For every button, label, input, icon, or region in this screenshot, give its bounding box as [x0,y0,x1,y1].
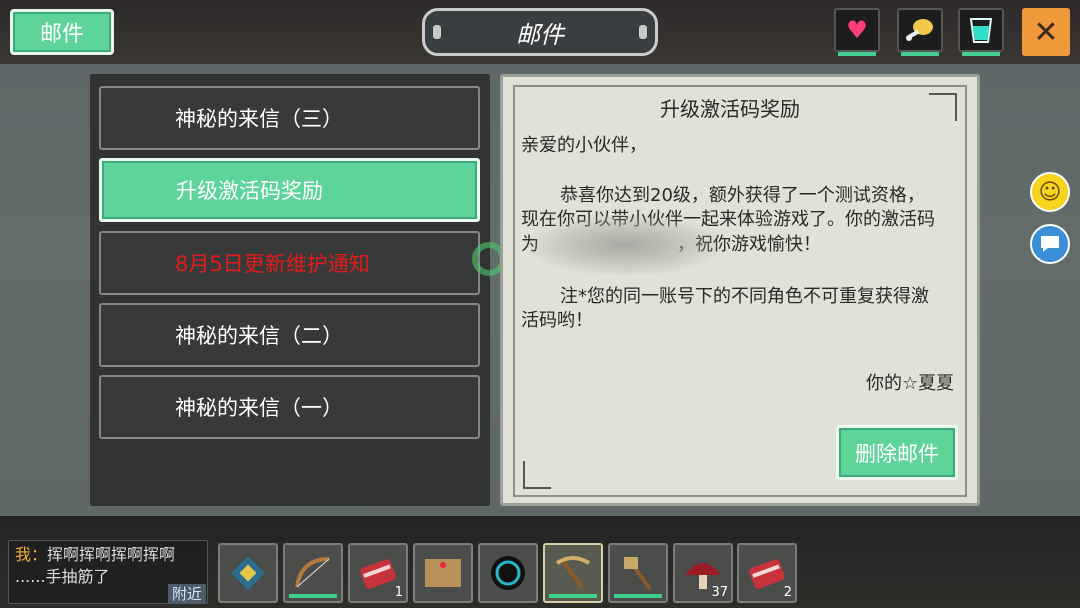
letter-note-line: 注*您的同一账号下的不同角色不可重复获得激 [560,286,929,307]
hotbar-slot-1[interactable] [218,543,278,603]
hotbar-slot-5[interactable] [478,543,538,603]
health-bar [838,52,876,56]
hotbar-slot-7[interactable] [608,543,668,603]
hotbar-slot-2[interactable] [283,543,343,603]
page-title-text: 邮件 [516,20,564,49]
thirst-bar [962,52,1000,56]
chat-channel-button[interactable]: 附近 [168,584,206,604]
redacted-code-scribble [530,215,720,275]
hotbar-slot-3[interactable]: 1 [348,543,408,603]
hotbar-slot-6[interactable] [543,543,603,603]
letter-note-line: 活码哟！ [521,310,593,331]
mail-item-update-notice[interactable]: 8月5日更新维护通知 [99,231,480,295]
thirst-stat[interactable] [958,8,1004,56]
mail-item-mystery-2[interactable]: 神秘的来信（二） [99,303,480,367]
pickaxe-icon [555,556,591,590]
item-count: 2 [783,585,792,600]
heart-icon: ♥ [846,16,868,44]
item-count: 37 [711,585,728,600]
mail-item-upgrade-code[interactable]: 升级激活码奖励 [99,158,480,222]
close-button[interactable]: ✕ [1022,8,1070,56]
chat-bubble-icon [1041,236,1059,252]
hotbar-slot-8[interactable]: 37 [673,543,733,603]
chat-message: ......手抽筋了 [15,567,110,586]
durability-bar [614,594,662,598]
page-title: 邮件 [422,8,658,56]
chat-message: 挥啊挥啊挥啊挥啊 [47,545,176,564]
hotbar-slot-9[interactable]: 2 [737,543,797,603]
axe-icon [624,557,652,591]
durability-bar [289,594,337,598]
mail-item-mystery-3[interactable]: 神秘的来信（三） [99,86,480,150]
letter-title: 升级激活码奖励 [660,97,800,121]
delete-mail-button[interactable]: 删除邮件 [836,425,958,480]
map-icon [425,559,461,587]
mail-tab-button[interactable]: 邮件 [10,9,114,55]
mail-item-mystery-1[interactable]: 神秘的来信（一） [99,375,480,439]
bow-icon [295,557,330,588]
durability-bar [549,594,597,598]
mail-item-label: 8月5日更新维护通知 [175,252,370,276]
dark-orb-icon [491,556,525,590]
smiley-icon: ☺ [1038,179,1062,205]
letter-greeting: 亲爱的小伙伴， [521,135,647,156]
emote-button[interactable]: ☺ [1030,172,1070,212]
mail-item-label: 神秘的来信（二） [175,324,343,348]
chat-button[interactable] [1030,224,1070,264]
health-stat[interactable]: ♥ [834,8,880,56]
chat-speaker: 我： [15,545,48,564]
water-cup-icon [969,18,993,43]
hotbar-slot-4[interactable] [413,543,473,603]
mail-item-label: 神秘的来信（一） [175,396,343,420]
close-icon: ✕ [1033,14,1059,50]
letter-signature: 你的☆夏夏 [866,373,955,394]
mail-item-label: 升级激活码奖励 [176,179,323,203]
drumstick-icon [906,19,933,41]
hunger-bar [901,52,939,56]
hunger-stat[interactable] [897,8,943,56]
spellbook-icon [231,556,265,590]
mail-item-label: 神秘的来信（三） [175,107,343,131]
raw-meat-icon [749,559,785,589]
raw-meat-icon [360,559,396,589]
item-count: 1 [394,585,403,600]
corner-ornament [523,461,551,489]
corner-ornament [929,93,957,121]
